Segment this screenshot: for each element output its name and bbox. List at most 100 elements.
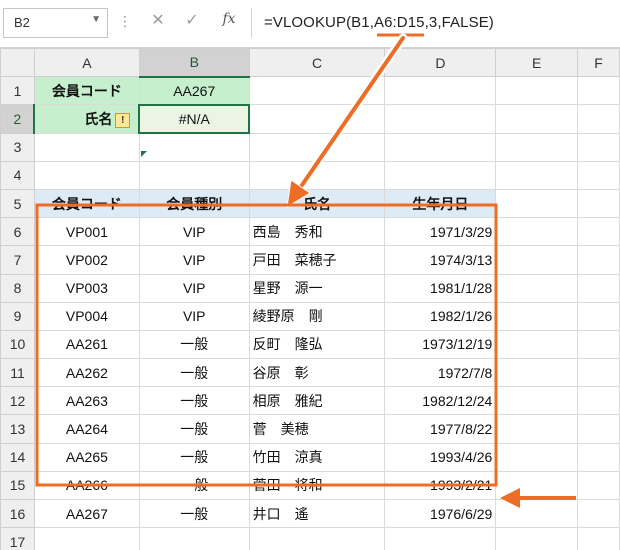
member-dob-cell[interactable]: 1993/2/21 <box>384 470 497 501</box>
cell[interactable] <box>138 160 250 190</box>
member-code-cell[interactable]: AA266 <box>33 470 140 501</box>
cell[interactable] <box>577 104 620 134</box>
cell[interactable] <box>495 358 579 388</box>
cell[interactable] <box>248 76 386 106</box>
row-header[interactable]: 13 <box>0 414 35 444</box>
member-name-cell[interactable]: 綾野原 剛 <box>248 301 386 331</box>
member-type-cell[interactable]: VIP <box>138 217 250 247</box>
cell-a1[interactable]: 会員コード <box>33 76 140 106</box>
cell[interactable] <box>33 527 140 550</box>
member-name-cell[interactable]: 菅田 将和 <box>248 470 386 501</box>
enter-button[interactable]: ✓ <box>182 10 202 34</box>
member-name-cell[interactable]: 谷原 彰 <box>248 358 386 388</box>
cell[interactable] <box>577 527 620 550</box>
table-header-type[interactable]: 会員種別 <box>138 188 250 219</box>
member-type-cell[interactable]: 一般 <box>138 442 250 472</box>
formula-bar-grip-icon[interactable]: ⋮ <box>118 14 132 30</box>
member-name-cell[interactable]: 井口 遙 <box>248 498 386 529</box>
row-header[interactable]: 11 <box>0 358 35 388</box>
member-name-cell[interactable]: 反町 隆弘 <box>248 329 386 360</box>
cell[interactable] <box>495 498 579 529</box>
cell[interactable] <box>248 104 386 134</box>
cell[interactable] <box>248 160 386 190</box>
row-header[interactable]: 10 <box>0 329 35 360</box>
cell[interactable] <box>577 217 620 247</box>
cell[interactable] <box>577 245 620 275</box>
cell[interactable] <box>33 160 140 190</box>
member-type-cell[interactable]: VIP <box>138 301 250 331</box>
cell[interactable] <box>495 104 579 134</box>
member-code-cell[interactable]: AA267 <box>33 498 140 529</box>
row-header[interactable]: 9 <box>0 301 35 331</box>
member-dob-cell[interactable]: 1982/12/24 <box>384 386 497 416</box>
cell[interactable] <box>138 132 250 162</box>
column-header-c[interactable]: C <box>248 47 386 78</box>
member-type-cell[interactable]: 一般 <box>138 470 250 501</box>
cell[interactable] <box>495 386 579 416</box>
member-code-cell[interactable]: AA262 <box>33 358 140 388</box>
cell[interactable] <box>577 188 620 219</box>
row-header[interactable]: 4 <box>0 160 35 190</box>
column-header-a[interactable]: A <box>33 47 140 78</box>
member-type-cell[interactable]: 一般 <box>138 414 250 444</box>
member-type-cell[interactable]: 一般 <box>138 498 250 529</box>
cell[interactable] <box>577 301 620 331</box>
member-dob-cell[interactable]: 1981/1/28 <box>384 273 497 303</box>
row-header[interactable]: 12 <box>0 386 35 416</box>
cell-a2[interactable]: 氏名! <box>33 104 140 134</box>
member-type-cell[interactable]: 一般 <box>138 386 250 416</box>
member-code-cell[interactable]: AA261 <box>33 329 140 360</box>
member-dob-cell[interactable]: 1993/4/26 <box>384 442 497 472</box>
member-dob-cell[interactable]: 1973/12/19 <box>384 329 497 360</box>
member-dob-cell[interactable]: 1971/3/29 <box>384 217 497 247</box>
cell[interactable] <box>248 527 386 550</box>
cell[interactable] <box>495 470 579 501</box>
cell[interactable] <box>495 301 579 331</box>
cell[interactable] <box>577 358 620 388</box>
row-header[interactable]: 17 <box>0 527 35 550</box>
member-code-cell[interactable]: VP004 <box>33 301 140 331</box>
cell[interactable] <box>384 104 497 134</box>
row-header[interactable]: 15 <box>0 470 35 501</box>
member-code-cell[interactable]: AA265 <box>33 442 140 472</box>
member-name-cell[interactable]: 戸田 菜穂子 <box>248 245 386 275</box>
cell[interactable] <box>384 76 497 106</box>
cell[interactable] <box>495 160 579 190</box>
member-dob-cell[interactable]: 1974/3/13 <box>384 245 497 275</box>
error-warning-icon[interactable]: ! <box>115 112 131 128</box>
cell[interactable] <box>384 527 497 550</box>
cell[interactable] <box>495 217 579 247</box>
column-header-b[interactable]: B <box>138 47 250 78</box>
cell[interactable] <box>138 527 250 550</box>
cell[interactable] <box>495 273 579 303</box>
worksheet-grid[interactable]: A B C D E F 1 会員コード AA267 2 氏名! #N/A 3 4… <box>0 47 620 550</box>
row-header[interactable]: 6 <box>0 217 35 247</box>
cell[interactable] <box>33 132 140 162</box>
cell[interactable] <box>495 527 579 550</box>
member-name-cell[interactable]: 菅 美穂 <box>248 414 386 444</box>
table-header-code[interactable]: 会員コード <box>33 188 140 219</box>
member-name-cell[interactable]: 竹田 涼真 <box>248 442 386 472</box>
name-box[interactable]: B2 ▼ <box>3 8 108 38</box>
member-type-cell[interactable]: 一般 <box>138 358 250 388</box>
member-code-cell[interactable]: AA264 <box>33 414 140 444</box>
table-header-name[interactable]: 氏名 <box>248 188 386 219</box>
member-dob-cell[interactable]: 1976/6/29 <box>384 498 497 529</box>
cell[interactable] <box>577 273 620 303</box>
member-name-cell[interactable]: 西島 秀和 <box>248 217 386 247</box>
cell[interactable] <box>577 414 620 444</box>
member-name-cell[interactable]: 星野 源一 <box>248 273 386 303</box>
cell[interactable] <box>384 132 497 162</box>
cell[interactable] <box>577 470 620 501</box>
member-code-cell[interactable]: VP003 <box>33 273 140 303</box>
member-type-cell[interactable]: 一般 <box>138 329 250 360</box>
cell[interactable] <box>577 386 620 416</box>
cell[interactable] <box>495 245 579 275</box>
member-dob-cell[interactable]: 1977/8/22 <box>384 414 497 444</box>
row-header[interactable]: 14 <box>0 442 35 472</box>
formula-input[interactable]: =VLOOKUP(B1,A6:D15,3,FALSE) <box>251 8 620 38</box>
cancel-button[interactable]: ✕ <box>148 10 168 34</box>
column-header-d[interactable]: D <box>384 47 497 78</box>
cell[interactable] <box>248 132 386 162</box>
cell[interactable] <box>384 160 497 190</box>
